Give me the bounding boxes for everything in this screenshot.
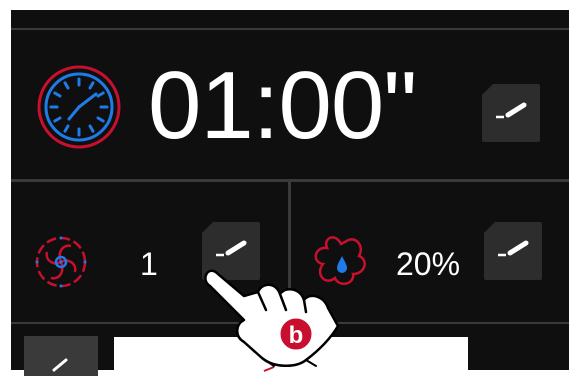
clock-icon	[37, 65, 121, 149]
pencil-icon	[52, 358, 68, 372]
timer-display: 01:00"	[148, 52, 417, 159]
humidity-edit-button[interactable]	[484, 222, 542, 280]
top-divider	[11, 28, 569, 30]
humidity-value: 20%	[396, 246, 461, 282]
fan-speed-value: 1	[140, 246, 158, 282]
pencil-icon	[498, 240, 529, 257]
pencil-icon	[496, 102, 527, 119]
fan-icon	[35, 236, 87, 288]
step-marker-label: b	[289, 322, 304, 349]
timer-edit-button[interactable]	[482, 84, 540, 142]
pointing-hand-icon: b	[204, 269, 340, 367]
bottom-left-button[interactable]	[24, 336, 98, 376]
